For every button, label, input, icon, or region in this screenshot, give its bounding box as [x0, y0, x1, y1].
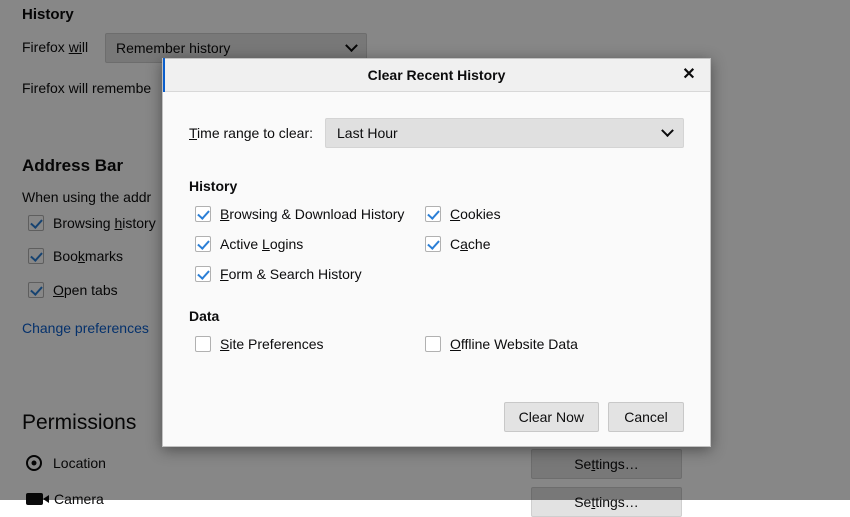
time-range-value: Last Hour — [337, 125, 398, 141]
checkbox-active-logins[interactable]: Active Logins — [195, 236, 425, 252]
time-range-row: Time range to clear: Last Hour — [189, 118, 684, 148]
checkbox-cookies[interactable]: Cookies — [425, 206, 684, 222]
checkbox-label: Cookies — [450, 206, 501, 222]
checkbox-form-search-history[interactable]: Form & Search History — [195, 266, 425, 282]
label-part: rowsing & Download History — [229, 206, 404, 222]
label-part: Active — [220, 236, 262, 252]
checkbox-label: Active Logins — [220, 236, 303, 252]
label-part: orm & Search History — [229, 266, 362, 282]
label-accesskey: T — [189, 125, 197, 141]
grid-spacer — [425, 266, 684, 282]
checkbox-cache[interactable]: Cache — [425, 236, 684, 252]
history-section-title: History — [189, 178, 684, 194]
clear-recent-history-dialog: Clear Recent History ✕ Time range to cle… — [162, 58, 711, 447]
label-part: ite Preferences — [229, 336, 323, 352]
chevron-down-icon — [661, 124, 674, 137]
checkbox-browsing-download-history[interactable]: Browsing & Download History — [195, 206, 425, 222]
label-accesskey: L — [262, 236, 270, 252]
time-range-label: Time range to clear: — [189, 125, 313, 141]
checkbox-label: Offline Website Data — [450, 336, 578, 352]
checkbox-indicator[interactable] — [195, 266, 211, 282]
label-accesskey: B — [220, 206, 229, 222]
label-part: ookies — [460, 206, 500, 222]
checkbox-offline-website-data[interactable]: Offline Website Data — [425, 336, 684, 352]
label-part: che — [468, 236, 491, 252]
clear-now-button[interactable]: Clear Now — [504, 402, 599, 432]
dialog-button-row: Clear Now Cancel — [504, 388, 684, 446]
close-icon[interactable]: ✕ — [676, 62, 702, 88]
label-accesskey: O — [450, 336, 461, 352]
checkbox-indicator[interactable] — [195, 206, 211, 222]
label-accesskey: C — [450, 206, 460, 222]
data-section-title: Data — [189, 308, 684, 324]
checkbox-label: Form & Search History — [220, 266, 362, 282]
cancel-button[interactable]: Cancel — [608, 402, 684, 432]
label-part: ogins — [270, 236, 303, 252]
checkbox-indicator[interactable] — [425, 206, 441, 222]
label-accesskey: S — [220, 336, 229, 352]
label-accesskey: F — [220, 266, 229, 282]
checkbox-indicator[interactable] — [425, 336, 441, 352]
checkbox-indicator[interactable] — [195, 236, 211, 252]
history-checkbox-grid: Browsing & Download History Cookies Acti… — [189, 206, 684, 282]
checkbox-label: Cache — [450, 236, 491, 252]
dialog-title: Clear Recent History — [163, 67, 710, 83]
checkbox-label: Browsing & Download History — [220, 206, 404, 222]
label-part: C — [450, 236, 460, 252]
label-accesskey: a — [460, 236, 468, 252]
checkbox-site-preferences[interactable]: Site Preferences — [195, 336, 425, 352]
checkbox-indicator[interactable] — [425, 236, 441, 252]
time-range-select[interactable]: Last Hour — [325, 118, 684, 148]
dialog-body: Time range to clear: Last Hour History B… — [163, 92, 710, 446]
checkbox-label: Site Preferences — [220, 336, 324, 352]
label-part: ffline Website Data — [461, 336, 578, 352]
label-part: ime range to clear: — [197, 125, 313, 141]
dialog-titlebar: Clear Recent History ✕ — [163, 59, 710, 92]
data-checkbox-grid: Site Preferences Offline Website Data — [189, 336, 684, 352]
checkbox-indicator[interactable] — [195, 336, 211, 352]
